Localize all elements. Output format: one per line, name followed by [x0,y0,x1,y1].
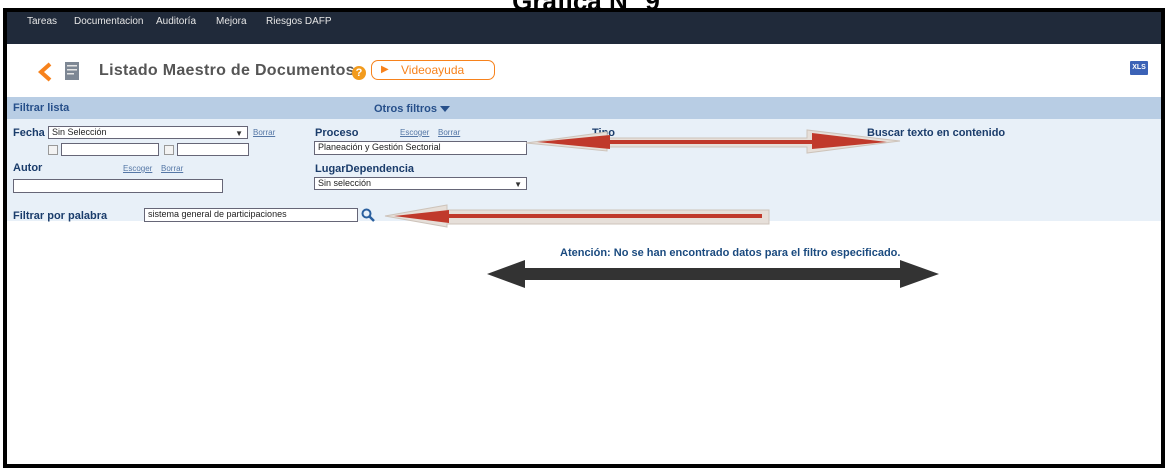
app-window: Tareas Documentacion Auditoría Mejora Ri… [3,8,1165,468]
annotation-double-arrow [487,260,939,288]
annotation-arrow-palabra [384,204,770,228]
annotation-overlay [384,129,939,288]
annotation-arrow-proceso [525,129,901,154]
